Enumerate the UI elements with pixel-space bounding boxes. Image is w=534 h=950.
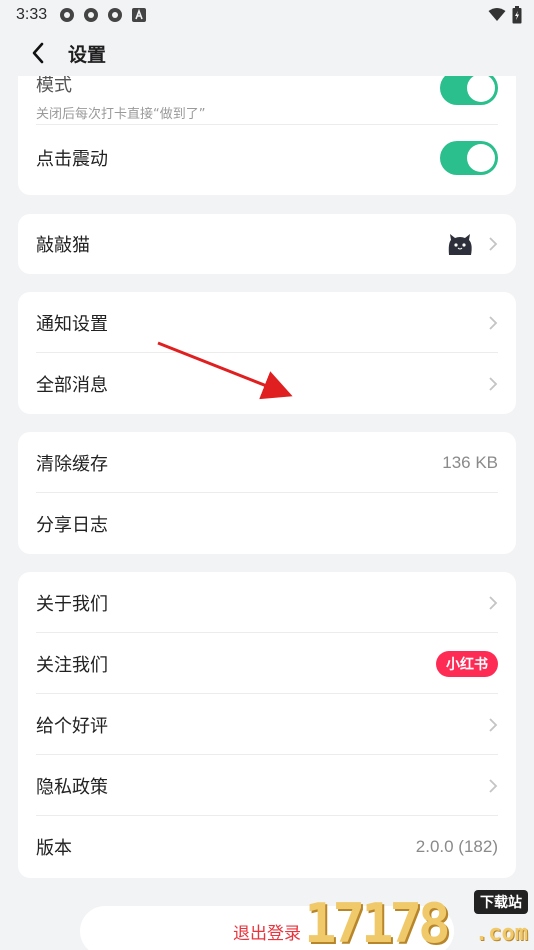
status-bar: 3:33 [0, 0, 534, 30]
clear-cache-label: 清除缓存 [36, 453, 108, 475]
pet-row[interactable]: 敲敲猫 [36, 214, 498, 274]
settings-scroll[interactable]: 模式 关闭后每次打卡直接“做到了” 点击震动 敲敲猫 通知设置 全部消息 清除缓… [0, 76, 534, 950]
a-notification-icon [132, 8, 147, 22]
chevron-right-icon [489, 376, 498, 391]
toggle-knob [467, 143, 495, 172]
mode-row[interactable]: 模式 关闭后每次打卡直接“做到了” [36, 76, 498, 125]
rate-label: 给个好评 [36, 715, 108, 737]
chevron-right-icon [489, 315, 498, 330]
about-us-row[interactable]: 关于我们 [36, 572, 498, 633]
divider [36, 124, 498, 125]
vibrate-label: 点击震动 [36, 148, 108, 170]
clear-cache-row[interactable]: 清除缓存 136 KB [36, 432, 498, 493]
wifi-icon [488, 8, 506, 21]
cache-card: 清除缓存 136 KB 分享日志 [18, 432, 516, 554]
chevron-right-icon [489, 778, 498, 793]
page-title: 设置 [68, 43, 107, 66]
preferences-card: 模式 关闭后每次打卡直接“做到了” 点击震动 [18, 76, 516, 195]
mode-subtitle: 关闭后每次打卡直接“做到了” [36, 107, 206, 122]
chevron-right-icon [489, 717, 498, 732]
logout-label: 退出登录 [233, 923, 301, 944]
chevron-right-icon [489, 237, 498, 251]
watermark-suffix: .com [475, 921, 528, 946]
pet-card: 敲敲猫 [18, 214, 516, 274]
back-arrow-icon [32, 42, 44, 64]
version-label: 版本 [36, 837, 72, 859]
notification-settings-row[interactable]: 通知设置 [36, 292, 498, 353]
mode-text: 模式 关闭后每次打卡直接“做到了” [36, 76, 205, 122]
version-value: 2.0.0 (182) [415, 836, 498, 856]
privacy-row[interactable]: 隐私政策 [36, 755, 498, 816]
status-right [488, 6, 522, 24]
chevron-right-icon [489, 595, 498, 610]
toggle-knob [467, 76, 495, 102]
about-us-label: 关于我们 [36, 593, 108, 615]
vibrate-row[interactable]: 点击震动 [36, 127, 498, 188]
watermark-site: 下载站 [474, 890, 528, 914]
all-messages-label: 全部消息 [36, 374, 108, 396]
pet-label: 敲敲猫 [36, 235, 90, 256]
version-row: 版本 2.0.0 (182) [36, 816, 498, 877]
watermark-logo: 17178 下载站 .com [304, 888, 532, 950]
share-log-row[interactable]: 分享日志 [36, 493, 498, 554]
cat-icon [448, 234, 472, 255]
top-app-bar: 设置 [0, 30, 534, 76]
all-messages-row[interactable]: 全部消息 [36, 353, 498, 414]
watermark-digits: 17178 [304, 892, 451, 950]
vibrate-toggle[interactable] [440, 140, 498, 175]
app-notification-icon [108, 8, 123, 22]
rate-row[interactable]: 给个好评 [36, 694, 498, 755]
privacy-label: 隐私政策 [36, 776, 108, 798]
battery-icon [512, 6, 522, 24]
status-time: 3:33 [16, 6, 48, 23]
app-notification-icon [84, 8, 99, 22]
follow-us-label: 关注我们 [36, 654, 108, 676]
notification-settings-label: 通知设置 [36, 313, 108, 335]
cache-size: 136 KB [442, 452, 498, 472]
xiaohongshu-badge[interactable]: 小红书 [436, 650, 498, 677]
mode-label: 模式 [36, 76, 72, 96]
about-card: 关于我们 关注我们 小红书 给个好评 隐私政策 版本 2.0.0 (182) [18, 572, 516, 878]
back-button[interactable] [14, 30, 62, 76]
mode-toggle[interactable] [440, 76, 498, 105]
notification-card: 通知设置 全部消息 [18, 292, 516, 414]
follow-us-row[interactable]: 关注我们 小红书 [36, 633, 498, 694]
app-notification-icon [60, 8, 75, 22]
share-log-label: 分享日志 [36, 514, 108, 536]
